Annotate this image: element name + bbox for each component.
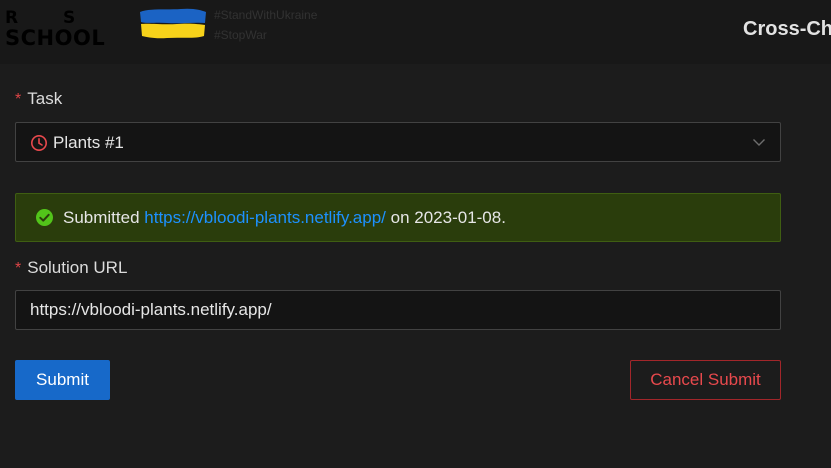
- alert-message: Submitted https://vbloodi-plants.netlify…: [63, 208, 506, 228]
- logo-letter-s: S: [63, 8, 76, 28]
- alert-suffix: on 2023-01-08.: [390, 208, 506, 227]
- solution-url-label-text: Solution URL: [27, 258, 128, 277]
- task-label: * Task: [15, 89, 62, 109]
- task-select[interactable]: Plants #1: [15, 122, 781, 162]
- submit-button[interactable]: Submit: [15, 360, 110, 400]
- task-select-value: Plants #1: [53, 133, 124, 152]
- logo-letter-r: R: [5, 8, 19, 28]
- task-label-text: Task: [27, 89, 63, 108]
- tag-stop-war[interactable]: #StopWar: [214, 25, 317, 45]
- rs-school-logo[interactable]: R S SCHOOL: [5, 8, 115, 50]
- chevron-down-icon[interactable]: [752, 137, 766, 147]
- header: R S SCHOOL #StandWithUkraine #StopWar Cr…: [0, 0, 831, 64]
- check-circle-icon: [36, 209, 53, 226]
- required-mark: *: [15, 260, 22, 277]
- clock-icon: [31, 135, 47, 151]
- hashtags: #StandWithUkraine #StopWar: [214, 5, 317, 45]
- tag-stand-with-ukraine[interactable]: #StandWithUkraine: [214, 5, 317, 25]
- submitted-link[interactable]: https://vbloodi-plants.netlify.app/: [144, 208, 386, 227]
- page-title: Cross-Ch: [743, 18, 831, 40]
- submitted-alert: Submitted https://vbloodi-plants.netlify…: [15, 193, 781, 242]
- logo-school-text: SCHOOL: [5, 26, 106, 50]
- ukraine-flag-icon: [140, 8, 206, 39]
- solution-url-label: * Solution URL: [15, 258, 127, 278]
- solution-url-input[interactable]: [30, 291, 770, 329]
- cancel-submit-button[interactable]: Cancel Submit: [630, 360, 781, 400]
- solution-url-field[interactable]: [15, 290, 781, 330]
- required-mark: *: [15, 91, 22, 108]
- alert-prefix: Submitted: [63, 208, 140, 227]
